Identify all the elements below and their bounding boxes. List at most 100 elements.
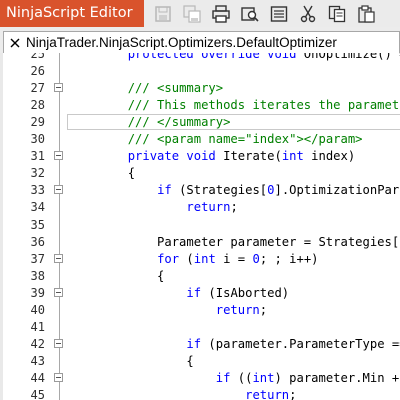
keyword-token: int: [252, 370, 275, 385]
keyword-token: return: [186, 200, 231, 215]
collapse-icon[interactable]: [54, 372, 63, 382]
line-number: 29: [30, 115, 45, 130]
keyword-token: 0: [252, 251, 260, 266]
collapse-icon[interactable]: [54, 83, 63, 93]
line-number: 42: [30, 336, 45, 351]
code-token: Iterate(: [215, 149, 282, 164]
paste-icon[interactable]: [355, 3, 377, 25]
keyword-token: if: [186, 285, 202, 300]
code-text: for (int i = 0; ; i++): [69, 251, 319, 268]
code-text: private void Iterate(int index): [69, 148, 356, 165]
collapse-icon[interactable]: [54, 287, 63, 297]
code-text: {: [69, 165, 135, 182]
keyword-token: int: [193, 251, 216, 266]
cut-icon[interactable]: [297, 3, 319, 25]
code-text: {: [69, 268, 164, 285]
code-line[interactable]: 35: [3, 217, 400, 234]
code-line[interactable]: 42 if (parameter.ParameterType == t: [3, 336, 400, 353]
code-token: ; ; i++): [259, 251, 319, 266]
collapse-icon[interactable]: [54, 338, 63, 348]
save-all-icon[interactable]: [181, 3, 203, 25]
code-token: ;: [230, 200, 238, 215]
code-token: ) parameter.Min + i: [274, 370, 400, 385]
code-text: if (IsAborted): [69, 285, 289, 302]
collapse-icon[interactable]: [54, 185, 63, 195]
toolbar: [152, 0, 377, 27]
title-bar: NinjaScript Editor: [0, 0, 400, 27]
code-text: Parameter parameter = Strategies[0].: [69, 234, 400, 251]
keyword-token: for: [157, 251, 180, 266]
code-token: (Strategies[: [171, 183, 268, 198]
code-line[interactable]: 36 Parameter parameter = Strategies[0].: [3, 234, 400, 251]
collapse-icon[interactable]: [54, 253, 63, 263]
code-token: (parameter.ParameterType == t: [201, 336, 400, 351]
code-line[interactable]: 39 if (IsAborted): [3, 285, 400, 302]
code-text: protected override void OnOptimize() =>: [69, 53, 400, 63]
copy-icon[interactable]: [326, 3, 348, 25]
code-line[interactable]: 32 {: [3, 165, 400, 182]
code-line[interactable]: 34 return;: [3, 199, 400, 216]
code-line[interactable]: 41: [3, 319, 400, 336]
line-number: 39: [30, 285, 45, 300]
line-number: 33: [30, 183, 45, 198]
code-token: ((: [230, 370, 253, 385]
comment-token: /// </summary>: [127, 115, 231, 130]
collapse-icon[interactable]: [54, 151, 63, 161]
code-token: Parameter parameter = Strategies[: [69, 234, 400, 249]
code-token: {: [69, 353, 194, 368]
code-token: index): [303, 149, 356, 164]
line-number: 40: [30, 302, 45, 317]
code-text: return;: [69, 302, 267, 319]
code-text: return;: [69, 387, 296, 400]
code-token: (IsAborted): [201, 285, 290, 300]
line-number: 25: [30, 53, 45, 61]
print-icon[interactable]: [210, 3, 232, 25]
code-text: if ((int) parameter.Min + i: [69, 370, 400, 387]
code-line[interactable]: 28 /// This methods iterates the paramet…: [3, 97, 400, 114]
line-number: 35: [30, 217, 45, 232]
code-token: ;: [289, 388, 297, 400]
code-line[interactable]: 43 {: [3, 353, 400, 370]
print-preview-icon[interactable]: [239, 3, 261, 25]
code-line[interactable]: 31 private void Iterate(int index): [3, 148, 400, 165]
code-token: (: [179, 251, 194, 266]
code-line[interactable]: 45 return;: [3, 387, 400, 400]
save-icon[interactable]: [152, 3, 174, 25]
close-tab-icon[interactable]: [8, 36, 22, 50]
tab-default-optimizer[interactable]: NinjaTrader.NinjaScript.Optimizers.Defau…: [3, 31, 400, 53]
code-token: i =: [215, 251, 253, 266]
code-line[interactable]: 30 /// <param name="index"></param>: [3, 131, 400, 148]
code-line[interactable]: 26: [3, 63, 400, 80]
comment-token: /// This methods iterates the parameters: [127, 98, 400, 113]
keyword-token: int: [281, 149, 304, 164]
line-number: 37: [30, 251, 45, 266]
code-text: return;: [69, 199, 238, 216]
line-number: 38: [30, 268, 45, 283]
code-line[interactable]: 29 /// </summary>: [3, 114, 400, 131]
line-number: 43: [30, 353, 45, 368]
code-text: /// </summary>: [69, 114, 231, 131]
code-line[interactable]: 37 for (int i = 0; ; i++): [3, 251, 400, 268]
code-token: {: [69, 268, 165, 283]
line-number: 32: [30, 166, 45, 181]
keyword-token: if: [186, 336, 202, 351]
code-line[interactable]: 25 protected override void OnOptimize() …: [3, 53, 400, 63]
page-setup-icon[interactable]: [268, 3, 290, 25]
comment-token: /// <param name="index"></param>: [127, 132, 363, 147]
code-line[interactable]: 40 return;: [3, 302, 400, 319]
code-line[interactable]: 33 if (Strategies[0].OptimizationParame: [3, 182, 400, 199]
code-line[interactable]: 38 {: [3, 268, 400, 285]
code-line[interactable]: 27 /// <summary>: [3, 80, 400, 97]
code-editor[interactable]: 25 protected override void OnOptimize() …: [3, 53, 400, 400]
code-line[interactable]: 44 if ((int) parameter.Min + i: [3, 370, 400, 387]
code-text: if (parameter.ParameterType == t: [69, 336, 400, 353]
